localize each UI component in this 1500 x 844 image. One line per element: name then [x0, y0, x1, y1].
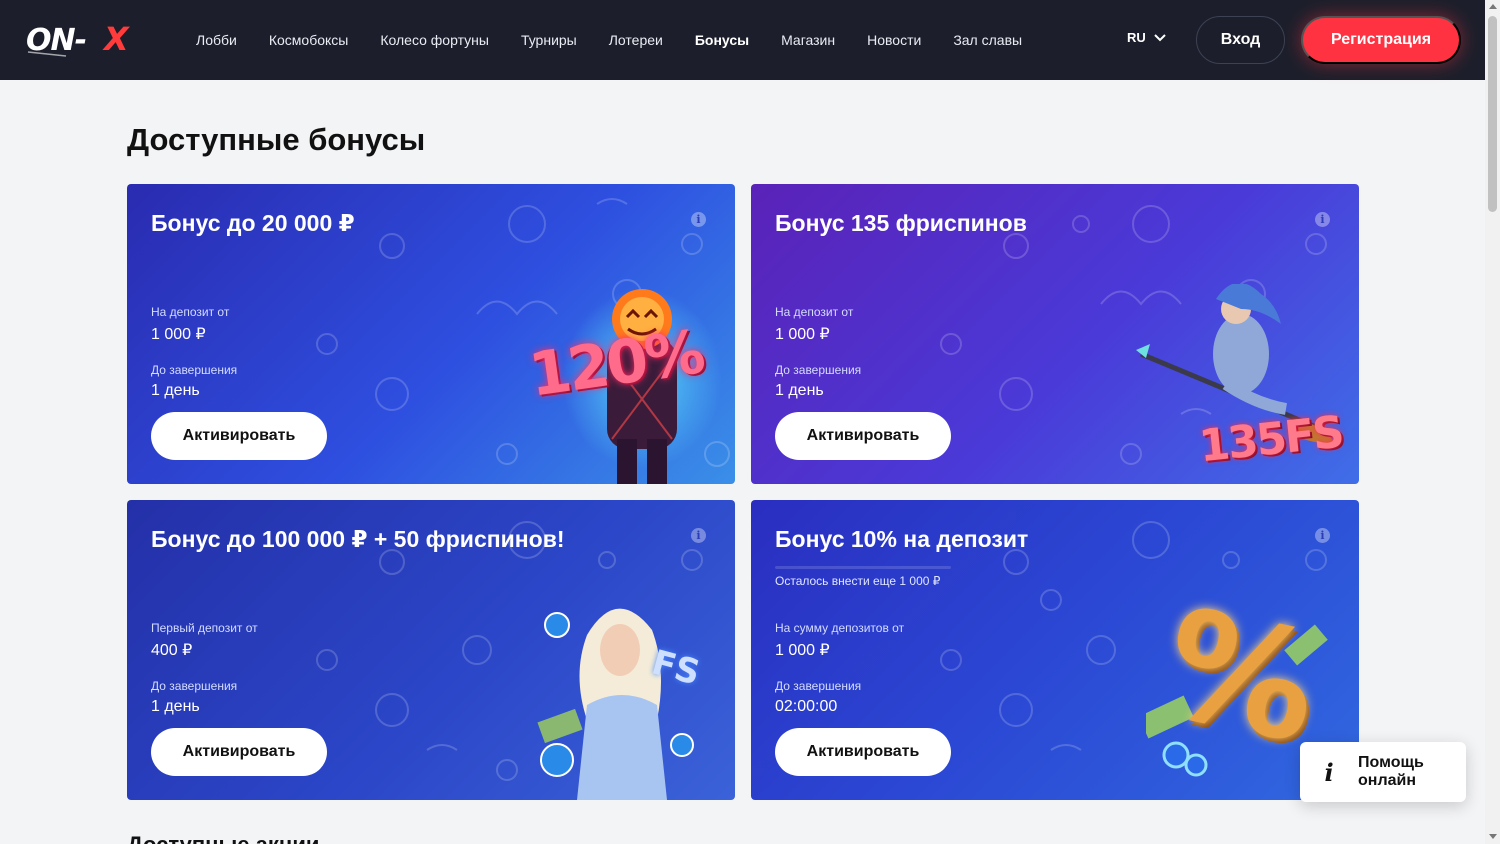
bonus-title: Бонус до 20 000 ₽: [151, 210, 355, 236]
nav-tournaments[interactable]: Турниры: [521, 32, 577, 48]
scroll-down-arrow-icon[interactable]: [1489, 834, 1497, 839]
expiry-label: До завершения: [151, 363, 238, 377]
nav-shop[interactable]: Магазин: [781, 32, 835, 48]
register-button[interactable]: Регистрация: [1301, 16, 1461, 64]
info-icon[interactable]: i: [1315, 528, 1330, 543]
deposit-value: 1 000 ₽: [775, 326, 830, 343]
bonus-card: Бонус 10% на депозит i Осталось внести е…: [751, 500, 1359, 800]
nav-news[interactable]: Новости: [867, 32, 921, 48]
expiry-label: До завершения: [151, 679, 238, 693]
info-icon[interactable]: i: [691, 528, 706, 543]
info-icon[interactable]: i: [1315, 212, 1330, 227]
deposit-progress-bar: [775, 566, 951, 569]
main-nav: Лобби Космобоксы Колесо фортуны Турниры …: [196, 0, 1054, 80]
activate-button[interactable]: Активировать: [151, 728, 327, 776]
blonde-character-illustration: [537, 608, 694, 800]
deposit-label: На депозит от: [151, 305, 230, 319]
deposit-value: 400 ₽: [151, 642, 193, 659]
expiry-value: 1 день: [151, 382, 200, 399]
deposit-value: 1 000 ₽: [151, 326, 206, 343]
scroll-up-arrow-icon[interactable]: [1489, 4, 1497, 9]
top-header: ON- X Лобби Космобоксы Колесо фортуны Ту…: [0, 0, 1485, 80]
scroll-thumb[interactable]: [1488, 16, 1497, 212]
timer-value: 02:00:00: [775, 698, 838, 715]
page-title: Доступные бонусы: [127, 122, 426, 157]
logo-graphic: ON- X: [26, 20, 130, 58]
activate-button[interactable]: Активировать: [775, 412, 951, 460]
nav-lobby[interactable]: Лобби: [196, 32, 237, 48]
online-help-widget[interactable]: i Помощь онлайн: [1300, 742, 1466, 802]
bonus-title: Бонус до 100 000 ₽ + 50 фриспинов!: [151, 526, 565, 552]
site-logo[interactable]: ON- X: [26, 20, 154, 58]
language-label: RU: [1127, 30, 1146, 45]
nav-wheel-of-fortune[interactable]: Колесо фортуны: [380, 32, 489, 48]
chevron-down-icon: [1154, 33, 1166, 41]
activate-button[interactable]: Активировать: [151, 412, 327, 460]
expiry-value: 1 день: [775, 382, 824, 399]
info-icon[interactable]: i: [691, 212, 706, 227]
deposit-label: На сумму депозитов от: [775, 621, 905, 635]
login-button[interactable]: Вход: [1196, 16, 1285, 64]
help-label-line2: онлайн: [1358, 772, 1416, 789]
deposit-value: 1 000 ₽: [775, 642, 830, 659]
page-scrollbar[interactable]: [1485, 0, 1500, 844]
expiry-value: 1 день: [151, 698, 200, 715]
promotions-section-title: Доступные акции: [127, 832, 319, 844]
deposit-label: Первый депозит от: [151, 621, 258, 635]
language-selector[interactable]: RU: [1127, 30, 1166, 45]
remaining-deposit-text: Осталось внести еще 1 000 ₽: [775, 574, 941, 588]
bonus-card: Бонус 135 фриспинов i На депозит от 1 00…: [751, 184, 1359, 484]
activate-button[interactable]: Активировать: [775, 728, 951, 776]
nav-lotteries[interactable]: Лотереи: [609, 32, 663, 48]
help-label-line1: Помощь: [1358, 754, 1424, 771]
bonus-title: Бонус 135 фриспинов: [775, 210, 1027, 236]
svg-text:X: X: [102, 22, 130, 58]
nav-cosmoboxes[interactable]: Космобоксы: [269, 32, 349, 48]
expiry-label: До завершения: [775, 363, 862, 377]
bonus-card: Бонус до 20 000 ₽ i На депозит от 1 000 …: [127, 184, 735, 484]
bonus-card: Бонус до 100 000 ₽ + 50 фриспинов! i Пер…: [127, 500, 735, 800]
nav-bonuses[interactable]: Бонусы: [695, 32, 749, 48]
deposit-label: На депозит от: [775, 305, 854, 319]
expiry-label: До завершения: [775, 679, 862, 693]
help-label: Помощь онлайн: [1358, 754, 1448, 790]
info-icon: i: [1324, 757, 1334, 787]
nav-hall-of-fame[interactable]: Зал славы: [953, 32, 1022, 48]
bonus-title: Бонус 10% на депозит: [775, 526, 1029, 552]
